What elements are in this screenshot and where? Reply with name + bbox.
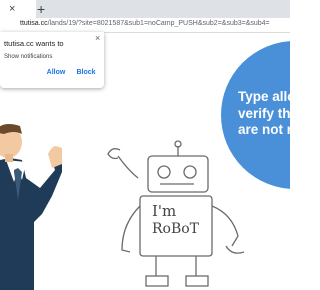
popup-close-icon[interactable]: × (95, 32, 100, 44)
bubble-text: Type allo verify th are not r (238, 89, 296, 137)
block-button[interactable]: Block (74, 66, 98, 80)
notification-permission-popup: ttutisa.cc wants to × Show notifications… (0, 32, 104, 88)
robot-sign-text: I'm RoBoT (152, 202, 199, 238)
man-illustration (0, 124, 62, 290)
popup-title: ttutisa.cc wants to (4, 39, 64, 48)
allow-button[interactable]: Allow (44, 66, 68, 80)
popup-body: Show notifications (4, 54, 53, 60)
robot-sign-line1: I'm (152, 202, 177, 220)
robot-sign-line2: RoBoT (152, 221, 200, 237)
